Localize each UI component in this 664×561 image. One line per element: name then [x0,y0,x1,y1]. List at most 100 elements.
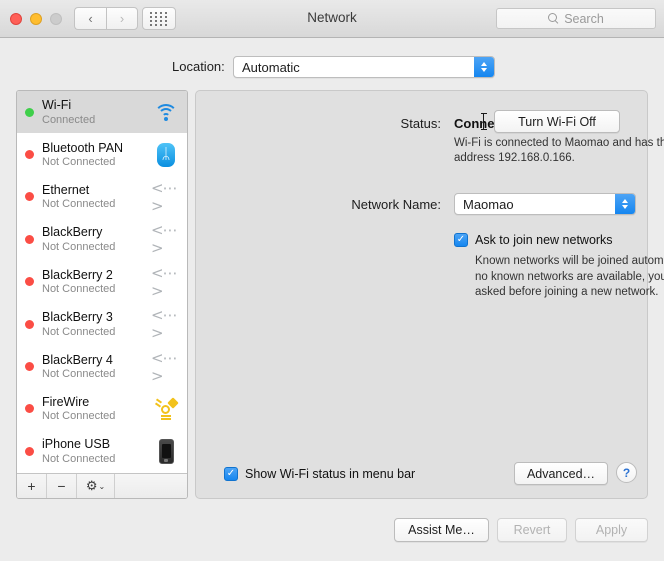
service-status: Not Connected [42,155,116,168]
status-indicator-dot [25,277,34,287]
titlebar: ‹ › Network Search [0,0,664,38]
sidebar-item-ethernet[interactable]: Ethernet Not Connected <⋯> [17,176,187,218]
search-placeholder: Search [564,11,604,26]
service-icon-wrap: <⋯> [151,179,181,215]
service-text: BlackBerry 3 Not Connected [42,310,151,338]
status-indicator-dot [25,192,34,202]
revert-button: Revert [497,518,567,542]
service-text: FireWire Not Connected [42,395,151,423]
service-name: Wi-Fi [42,98,72,113]
service-icon-wrap [151,395,181,423]
service-status: Not Connected [42,325,116,338]
service-icon-wrap [151,437,181,465]
sidebar-item-blackberry-3[interactable]: BlackBerry 3 Not Connected <⋯> [17,303,187,345]
show-status-label: Show Wi-Fi status in menu bar [245,467,416,481]
service-icon-wrap: <⋯> [151,306,181,342]
service-icon-wrap: ᛦ [151,141,181,169]
iphone-icon [158,438,174,464]
service-text: Ethernet Not Connected [42,183,151,211]
service-name: FireWire [42,394,90,409]
firewire-icon [154,397,179,420]
service-name: iPhone USB [42,437,111,452]
gear-icon: ⚙ [85,478,98,493]
chevron-updown-icon [474,57,494,77]
location-popup-button[interactable]: Automatic [233,56,495,78]
service-text: BlackBerry Not Connected [42,225,151,253]
ask-to-join-description: Known networks will be joined automatica… [475,255,664,299]
sidebar-item-blackberry[interactable]: BlackBerry Not Connected <⋯> [17,218,187,260]
remove-service-button[interactable]: − [47,474,77,498]
service-status: Not Connected [42,283,116,296]
service-name: Ethernet [42,182,90,197]
network-preferences-window: ‹ › Network Search Location: Automatic W… [0,0,664,561]
status-indicator-dot [25,319,34,329]
sidebar-item-wi-fi[interactable]: Wi-Fi Connected [17,91,187,134]
service-name: Bluetooth PAN [42,140,124,155]
service-status: Not Connected [42,198,116,211]
sidebar-toolbar: + − ⚙ ⌄ [17,473,187,498]
sidebar-item-blackberry-4[interactable]: BlackBerry 4 Not Connected <⋯> [17,345,187,387]
advanced-button[interactable]: Advanced… [514,462,608,485]
ethernet-icon: <⋯> [151,221,178,258]
ask-to-join-row[interactable]: ✓ Ask to join new networks [454,233,613,247]
service-status: Connected [42,113,96,126]
service-name: BlackBerry 3 [42,310,113,325]
service-name: BlackBerry 4 [42,352,113,367]
service-text: iPhone USB Not Connected [42,437,151,465]
location-value: Automatic [242,59,300,75]
service-name: BlackBerry [42,225,103,240]
status-indicator-dot [25,150,34,160]
status-indicator-dot [25,234,34,244]
show-status-row[interactable]: ✓ Show Wi-Fi status in menu bar [224,467,415,481]
service-icon-wrap: <⋯> [151,349,181,385]
show-status-checkbox[interactable]: ✓ [224,467,238,481]
service-status: Not Connected [42,452,116,465]
service-text: BlackBerry 2 Not Connected [42,268,151,296]
ethernet-icon: <⋯> [151,306,178,343]
turn-wifi-off-button[interactable]: Turn Wi-Fi Off [494,110,620,133]
network-name-popup-button[interactable]: Maomao [454,193,636,215]
network-services-list[interactable]: Wi-Fi Connected Bluetooth PAN Not Connected… [17,91,187,473]
ask-to-join-label: Ask to join new networks [475,233,613,247]
wifi-icon [154,103,178,121]
sidebar-item-bluetooth-pan[interactable]: Bluetooth PAN Not Connected ᛦ [17,133,187,175]
network-services-sidebar: Wi-Fi Connected Bluetooth PAN Not Connected… [16,90,188,499]
network-name-label: Network Name: [351,197,441,212]
status-detail-text: Wi-Fi is connected to Maomao and has the… [454,137,664,165]
service-actions-button[interactable]: ⚙ ⌄ [77,474,115,498]
sidebar-item-firewire[interactable]: FireWire Not Connected [17,388,187,430]
search-icon [548,13,559,24]
chevron-down-icon: ⌄ [98,481,106,491]
service-text: BlackBerry 4 Not Connected [42,353,151,381]
service-status: Not Connected [42,367,116,380]
status-indicator-dot [25,404,34,414]
apply-button: Apply [575,518,648,542]
sidebar-item-iphone-usb[interactable]: iPhone USB Not Connected [17,430,187,472]
assist-me-button[interactable]: Assist Me… [394,518,489,542]
network-name-value: Maomao [463,196,514,212]
service-text: Wi-Fi Connected [42,98,151,126]
ask-to-join-checkbox[interactable]: ✓ [454,233,468,247]
service-status: Not Connected [42,240,116,253]
service-icon-wrap [151,98,181,126]
chevron-updown-icon [615,194,635,214]
ethernet-icon: <⋯> [151,348,178,385]
status-indicator-dot [25,362,34,372]
help-button[interactable]: ? [616,462,637,483]
status-indicator-dot [25,107,34,117]
search-input[interactable]: Search [496,8,656,29]
ethernet-icon: <⋯> [151,263,178,300]
service-name: BlackBerry 2 [42,267,113,282]
status-label: Status: [400,116,441,131]
service-status: Not Connected [42,410,116,423]
status-indicator-dot [25,446,34,456]
wifi-settings-panel: Status: Connected Turn Wi-Fi Off Wi-Fi i… [195,90,664,499]
service-icon-wrap: <⋯> [151,221,181,257]
ethernet-icon: <⋯> [151,178,178,215]
add-service-button[interactable]: + [17,474,47,498]
service-text: Bluetooth PAN Not Connected [42,141,151,169]
text-cursor-icon [480,113,487,130]
sidebar-item-blackberry-2[interactable]: BlackBerry 2 Not Connected <⋯> [17,261,187,303]
bluetooth-icon: ᛦ [157,142,175,167]
location-label: Location: [172,59,225,74]
